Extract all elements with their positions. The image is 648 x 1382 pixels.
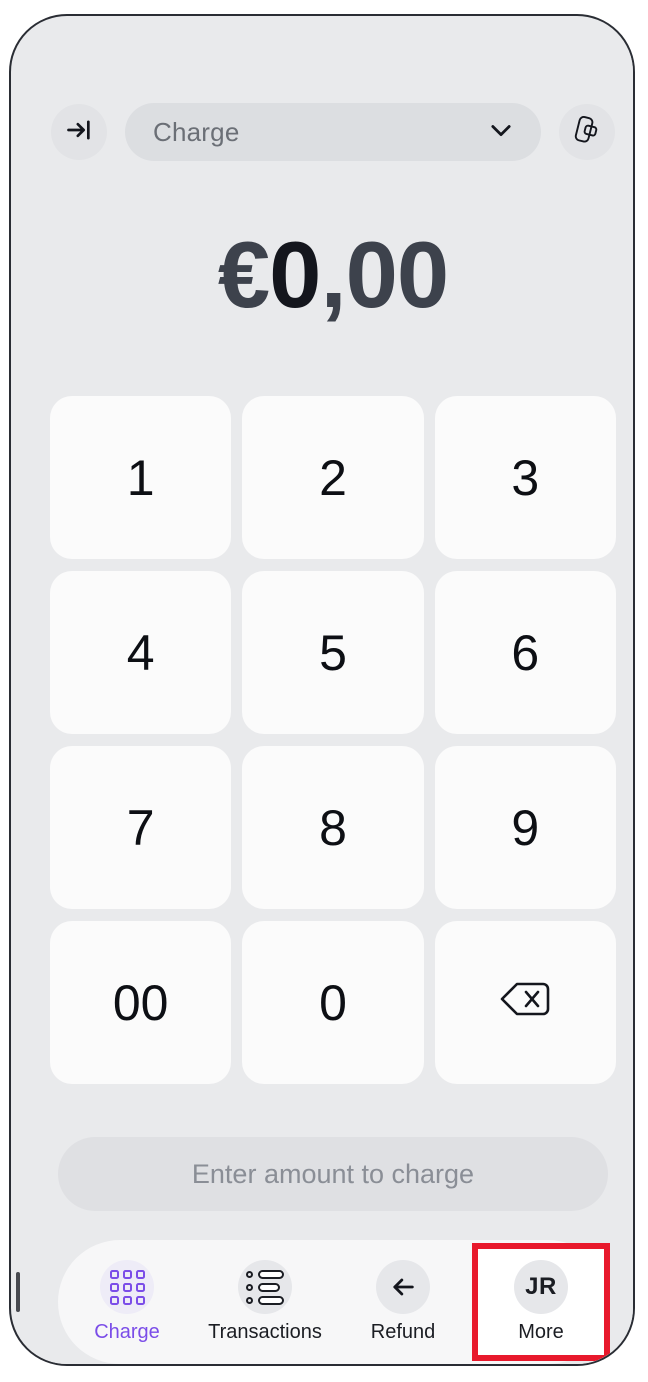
arrow-left-icon bbox=[376, 1260, 430, 1314]
nav-item-refund[interactable]: Refund bbox=[334, 1240, 472, 1364]
charge-submit-button[interactable]: Enter amount to charge bbox=[58, 1137, 608, 1211]
nav-label-transactions: Transactions bbox=[208, 1321, 322, 1343]
phone-card-icon bbox=[570, 113, 604, 152]
bottom-navigation: Charge Transactions Refund JR More bbox=[58, 1240, 610, 1364]
key-7[interactable]: 7 bbox=[50, 746, 232, 909]
key-double-zero[interactable]: 00 bbox=[50, 921, 232, 1084]
nav-label-charge: Charge bbox=[94, 1321, 160, 1343]
phone-side-button bbox=[16, 1272, 20, 1312]
amount-decimals: 00 bbox=[345, 222, 450, 327]
grid-icon bbox=[100, 1260, 154, 1314]
amount-display: €0,00 bbox=[22, 228, 633, 322]
key-5[interactable]: 5 bbox=[242, 571, 424, 734]
key-3[interactable]: 3 bbox=[434, 396, 616, 559]
arrow-into-bar-icon bbox=[65, 116, 93, 149]
amount-currency: € bbox=[217, 222, 270, 327]
backspace-icon bbox=[498, 974, 552, 1032]
key-backspace[interactable] bbox=[434, 921, 616, 1084]
nav-item-transactions[interactable]: Transactions bbox=[196, 1240, 334, 1364]
key-9[interactable]: 9 bbox=[434, 746, 616, 909]
mode-dropdown-label: Charge bbox=[153, 116, 240, 147]
nav-item-more[interactable]: JR More bbox=[472, 1243, 610, 1361]
nav-label-more: More bbox=[518, 1321, 564, 1343]
phone-frame: Charge €0,00 1 2 3 4 5 6 7 8 9 00 0 Ente… bbox=[9, 14, 635, 1366]
mode-dropdown[interactable]: Charge bbox=[125, 103, 541, 161]
key-4[interactable]: 4 bbox=[50, 571, 232, 734]
app-screen: Charge €0,00 1 2 3 4 5 6 7 8 9 00 0 Ente… bbox=[22, 32, 633, 1364]
key-6[interactable]: 6 bbox=[434, 571, 616, 734]
nav-label-refund: Refund bbox=[370, 1321, 436, 1343]
chevron-down-icon bbox=[487, 116, 515, 149]
amount-integer: 0 bbox=[269, 222, 321, 327]
key-2[interactable]: 2 bbox=[242, 396, 424, 559]
amount-separator: , bbox=[320, 222, 346, 327]
nav-item-charge[interactable]: Charge bbox=[58, 1240, 196, 1364]
keypad: 1 2 3 4 5 6 7 8 9 00 0 bbox=[50, 396, 616, 1084]
key-8[interactable]: 8 bbox=[242, 746, 424, 909]
key-1[interactable]: 1 bbox=[50, 396, 232, 559]
login-button[interactable] bbox=[51, 104, 107, 160]
top-bar: Charge bbox=[22, 88, 633, 176]
avatar: JR bbox=[514, 1260, 568, 1314]
list-icon bbox=[238, 1260, 292, 1314]
key-0[interactable]: 0 bbox=[242, 921, 424, 1084]
tap-to-pay-button[interactable] bbox=[559, 104, 615, 160]
avatar-initials: JR bbox=[525, 1273, 557, 1300]
